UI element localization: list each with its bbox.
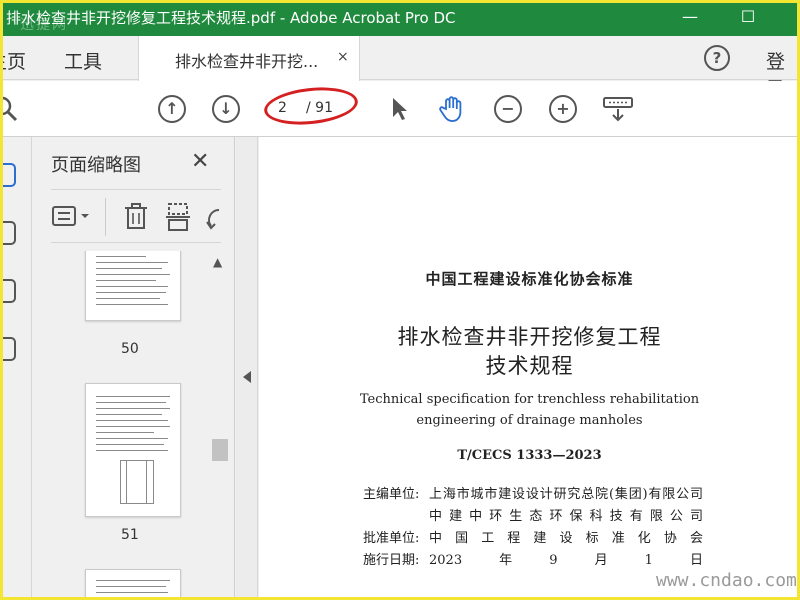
- thumbnails-panel: 页面缩略图 ✕ 50 51 ▲: [33, 137, 235, 600]
- previous-page-icon[interactable]: ↑: [158, 95, 186, 123]
- document-viewport[interactable]: 中国工程建设标准化协会标准 排水检查井非开挖修复工程 技术规程 Technica…: [259, 137, 800, 600]
- toolbar-divider: [105, 198, 106, 236]
- issuing-organization: 中国工程建设标准化协会标准: [425, 270, 634, 288]
- delete-icon[interactable]: [123, 202, 149, 232]
- info-row: 中建中环生态环保科技有限公司: [429, 509, 703, 524]
- tab-document[interactable]: 排水检查井非开挖... ×: [138, 36, 360, 81]
- panel-close-icon[interactable]: ✕: [191, 149, 209, 174]
- info-row: 批准单位: 中国工程建设标准化协会: [363, 531, 703, 546]
- collapse-arrow-icon: [243, 371, 251, 383]
- scrollbar-thumb[interactable]: [212, 439, 228, 461]
- keyboard-scroll-icon[interactable]: [602, 95, 634, 123]
- tab-bar: 主页 工具 排水检查井非开挖... × ? 登录: [0, 36, 800, 100]
- search-icon[interactable]: [0, 95, 20, 123]
- select-cursor-icon[interactable]: [386, 95, 414, 123]
- top-watermark: 迅捷网: [20, 17, 68, 33]
- main-toolbar: ↑ ↓ 2 / 91 − +: [0, 81, 800, 137]
- rotate-icon[interactable]: [205, 204, 221, 232]
- attachments-icon[interactable]: [0, 279, 16, 303]
- thumbnail-page-number: 51: [121, 527, 139, 543]
- left-navigation-rail: [0, 137, 32, 600]
- zoom-in-icon[interactable]: +: [549, 95, 577, 123]
- panel-title: 页面缩略图: [51, 155, 141, 176]
- standard-code: T/CECS 1333—2023: [457, 448, 602, 463]
- tab-tools[interactable]: 工具: [64, 47, 102, 74]
- bookmarks-icon[interactable]: [0, 221, 16, 245]
- options-menu-icon[interactable]: [51, 204, 95, 230]
- thumbnail-page-52[interactable]: [85, 569, 181, 600]
- minimize-button[interactable]: —: [672, 4, 708, 30]
- panel-collapse-handle[interactable]: [236, 137, 258, 600]
- maximize-button[interactable]: ☐: [730, 4, 766, 30]
- info-row: 主编单位: 上海市城市建设设计研究总院(集团)有限公司: [363, 487, 703, 502]
- tab-document-label: 排水检查井非开挖...: [175, 52, 319, 71]
- hand-tool-icon[interactable]: [438, 95, 466, 123]
- pdf-page: 中国工程建设标准化协会标准 排水检查井非开挖修复工程 技术规程 Technica…: [259, 137, 800, 600]
- scroll-up-icon[interactable]: ▲: [213, 255, 222, 269]
- window-title: 排水检查井非开挖修复工程技术规程.pdf - Adobe Acrobat Pro…: [6, 9, 456, 27]
- document-title-line-2: 技术规程: [485, 354, 574, 378]
- red-annotation-oval: [262, 83, 360, 129]
- page-thumbnails-icon[interactable]: [0, 163, 16, 187]
- english-title-line-1: Technical specification for trenchless r…: [359, 392, 700, 407]
- tab-home[interactable]: 主页: [0, 47, 26, 74]
- panel-toolbar: [51, 189, 221, 243]
- thumbnail-page-50[interactable]: [85, 251, 181, 321]
- tab-close-icon[interactable]: ×: [337, 49, 349, 65]
- title-bar: 迅捷网 排水检查井非开挖修复工程技术规程.pdf - Adobe Acrobat…: [0, 0, 800, 36]
- zoom-out-icon[interactable]: −: [494, 95, 522, 123]
- document-title-line-1: 排水检查井非开挖修复工程: [397, 325, 662, 349]
- thumbnail-list: 50 51: [33, 251, 209, 600]
- thumbnail-page-number: 50: [121, 341, 139, 357]
- bottom-watermark: www.cndao.com: [656, 570, 797, 591]
- layers-icon[interactable]: [0, 337, 16, 361]
- extract-page-icon[interactable]: [165, 202, 191, 232]
- page-navigator[interactable]: 2 / 91: [262, 83, 360, 129]
- next-page-icon[interactable]: ↓: [212, 95, 240, 123]
- info-row: 施行日期: 2023年9月1日: [363, 553, 703, 568]
- thumbnail-scrollbar[interactable]: ▲: [209, 251, 229, 600]
- thumbnail-page-51[interactable]: [85, 383, 181, 517]
- help-icon[interactable]: ?: [704, 45, 730, 71]
- english-title-line-2: engineering of drainage manholes: [416, 413, 643, 428]
